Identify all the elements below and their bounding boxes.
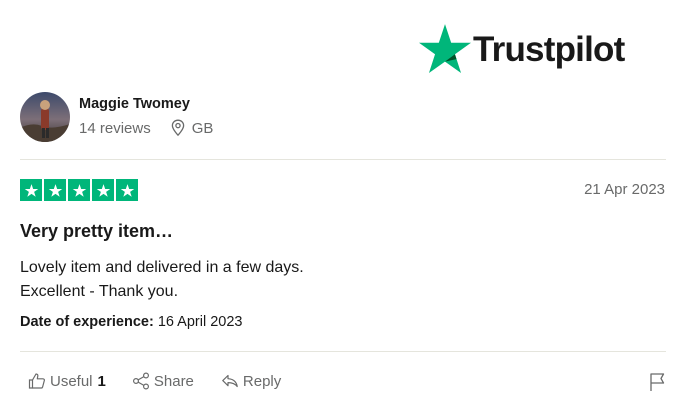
review-body-line: Excellent - Thank you. <box>20 283 179 300</box>
review-body-line: Lovely item and delivered in a few days. <box>20 259 304 276</box>
avatar[interactable] <box>20 92 70 142</box>
rating-star <box>20 179 42 201</box>
divider <box>20 159 666 160</box>
divider <box>20 351 666 352</box>
review-title[interactable]: Very pretty item… <box>20 221 173 242</box>
share-button[interactable]: Share <box>132 372 194 390</box>
useful-count: 1 <box>97 372 106 390</box>
star-icon <box>120 183 134 197</box>
star-icon <box>419 24 471 74</box>
useful-label: Useful <box>50 372 93 390</box>
reviewer-name[interactable]: Maggie Twomey <box>79 96 190 112</box>
star-icon <box>72 183 86 197</box>
review-count: 14 reviews <box>79 119 151 137</box>
useful-button[interactable]: Useful 1 <box>28 372 106 390</box>
flag-icon[interactable] <box>649 372 667 392</box>
brand-name: Trustpilot <box>473 29 625 69</box>
experience-date: Date of experience: 16 April 2023 <box>20 314 242 330</box>
share-icon <box>132 372 149 390</box>
star-icon <box>96 183 110 197</box>
review-date: 21 Apr 2023 <box>584 181 665 198</box>
reply-label: Reply <box>242 372 282 390</box>
rating-star <box>92 179 114 201</box>
review-body: Lovely item and delivered in a few days.… <box>20 256 304 304</box>
experience-label: Date of experience: <box>20 314 154 330</box>
reply-icon <box>222 374 238 388</box>
trustpilot-logo[interactable]: Trustpilot <box>419 24 625 74</box>
rating-star <box>44 179 66 201</box>
avatar-photo <box>20 92 70 142</box>
share-label: Share <box>153 372 194 390</box>
reviewer-country: GB <box>191 119 214 137</box>
star-rating <box>20 179 138 201</box>
reply-button[interactable]: Reply <box>221 372 281 390</box>
review-actions: Useful 1 Share Reply <box>28 372 281 390</box>
star-icon <box>48 183 62 197</box>
location-pin-icon <box>171 119 184 137</box>
thumbs-up-icon <box>28 373 45 389</box>
rating-star <box>68 179 90 201</box>
reviewer-meta: 14 reviews GB <box>79 119 213 137</box>
rating-star <box>116 179 138 201</box>
experience-value: 16 April 2023 <box>157 314 243 330</box>
star-icon <box>24 183 38 197</box>
